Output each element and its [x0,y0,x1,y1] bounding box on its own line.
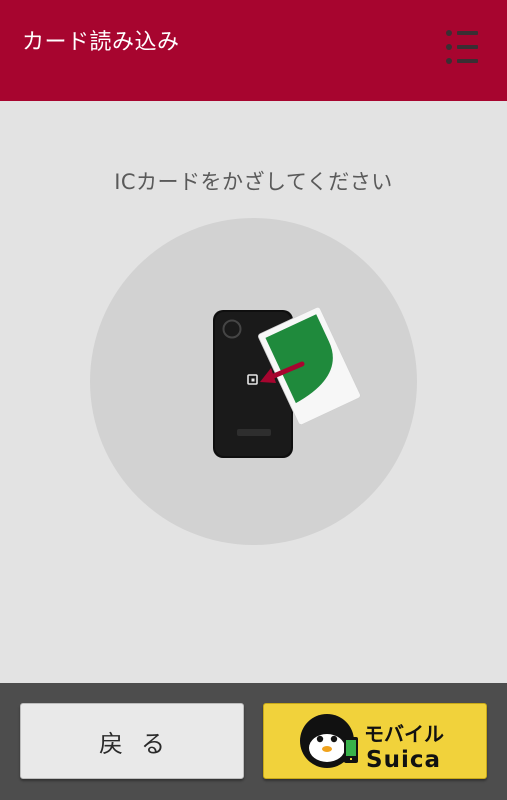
back-button-label: 戻る [99,729,183,758]
page-title: カード読み込み [22,30,180,55]
footer-bar: 戻る モバイル Suica [0,683,507,800]
suica-penguin-logo-icon: モバイル Suica [300,714,444,773]
back-button[interactable]: 戻る [20,703,244,779]
list-menu-icon [446,30,478,36]
mobile-suica-line1: モバイル [364,722,444,746]
menu-button[interactable] [440,24,484,72]
mobile-suica-button[interactable]: モバイル Suica [263,703,487,779]
phone-card-tap-icon [90,218,417,545]
mobile-suica-line2: Suica [366,747,441,773]
card-read-panel: ICカードをかざしてください [0,101,507,683]
app-header: カード読み込み [0,0,507,101]
instruction-text: ICカードをかざしてください [114,170,393,194]
